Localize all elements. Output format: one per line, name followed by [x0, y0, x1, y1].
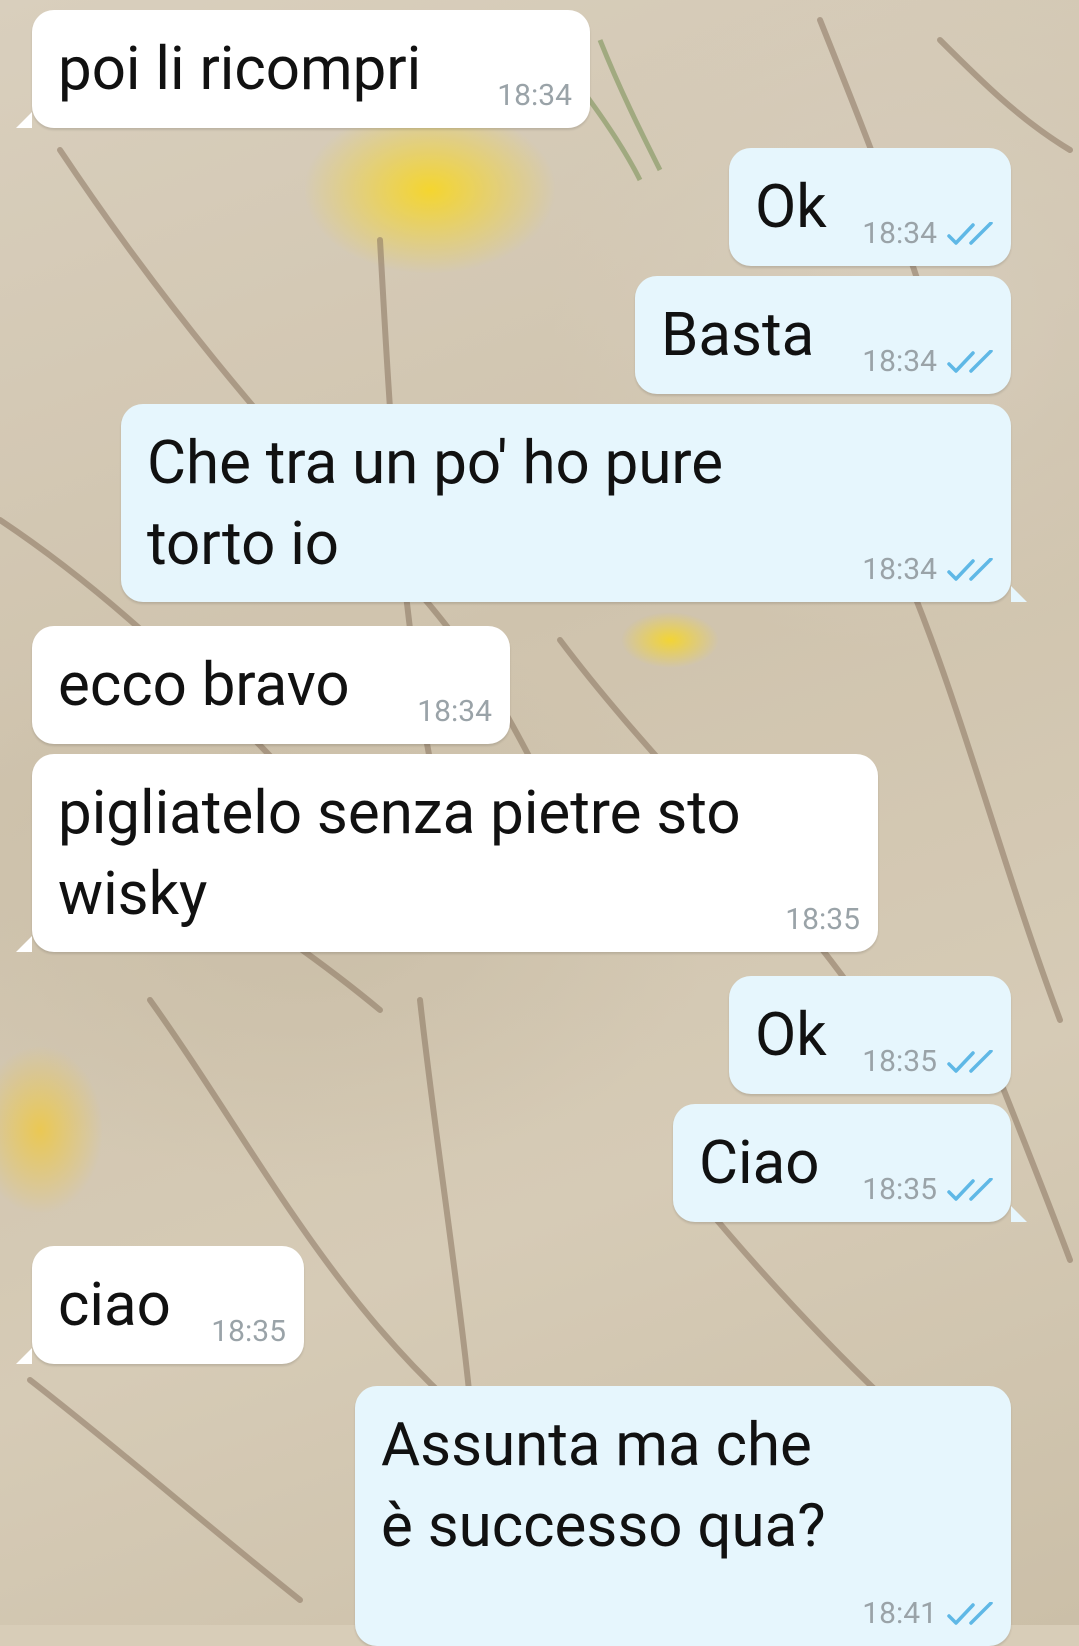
message-timestamp: 18:34	[417, 693, 492, 729]
message-meta: 18:35	[785, 900, 860, 941]
message-timestamp: 18:35	[862, 1171, 937, 1207]
message-meta: 18:34	[862, 342, 995, 383]
message-meta: 18:34	[862, 550, 995, 591]
outgoing-message-bubble[interactable]: Che tra un po' ho pure torto io 18:34	[121, 404, 1027, 602]
message-timestamp: 18:34	[497, 77, 572, 113]
read-double-check-icon	[947, 221, 993, 245]
incoming-message-bubble[interactable]: poi li ricompri 18:34	[16, 10, 590, 128]
message-timestamp: 18:34	[862, 551, 937, 587]
incoming-message-bubble[interactable]: ecco bravo 18:34	[32, 626, 510, 744]
message-meta: 18:34	[497, 76, 572, 117]
read-double-check-icon	[947, 1601, 993, 1625]
message-text: poi li ricompri	[58, 33, 422, 104]
incoming-message-bubble[interactable]: ciao 18:35	[16, 1246, 304, 1364]
message-timestamp: 18:35	[785, 901, 860, 937]
message-meta: 18:35	[862, 1170, 995, 1211]
message-timestamp: 18:35	[211, 1313, 286, 1349]
read-double-check-icon	[947, 1177, 993, 1201]
message-text: Che tra un po' ho pure torto io	[147, 427, 738, 579]
read-double-check-icon	[947, 557, 993, 581]
outgoing-message-bubble[interactable]: Assunta ma che è successo qua? 18:41	[355, 1386, 1011, 1646]
outgoing-message-bubble[interactable]: Basta 18:34	[635, 276, 1011, 394]
incoming-message-bubble[interactable]: pigliatelo senza pietre sto wisky 18:35	[16, 754, 878, 952]
message-timestamp: 18:35	[862, 1043, 937, 1079]
message-meta: 18:34	[417, 692, 492, 733]
outgoing-message-bubble[interactable]: Ok 18:35	[729, 976, 1011, 1094]
outgoing-message-bubble[interactable]: Ok 18:34	[729, 148, 1011, 266]
message-meta: 18:34	[862, 214, 995, 255]
message-meta: 18:41	[862, 1594, 995, 1635]
read-double-check-icon	[947, 349, 993, 373]
message-meta: 18:35	[211, 1312, 286, 1353]
read-double-check-icon	[947, 1049, 993, 1073]
message-timestamp: 18:41	[862, 1595, 937, 1631]
message-timestamp: 18:34	[862, 343, 937, 379]
message-text: pigliatelo senza pietre sto wisky	[58, 777, 756, 929]
message-text: Assunta ma che è successo qua?	[381, 1409, 827, 1561]
message-meta: 18:35	[862, 1042, 995, 1083]
outgoing-message-bubble[interactable]: Ciao 18:35	[673, 1104, 1027, 1222]
message-timestamp: 18:34	[862, 215, 937, 251]
message-list[interactable]: poi li ricompri 18:34 Ok 18:34 Basta 18:34 Che…	[0, 0, 1079, 1646]
